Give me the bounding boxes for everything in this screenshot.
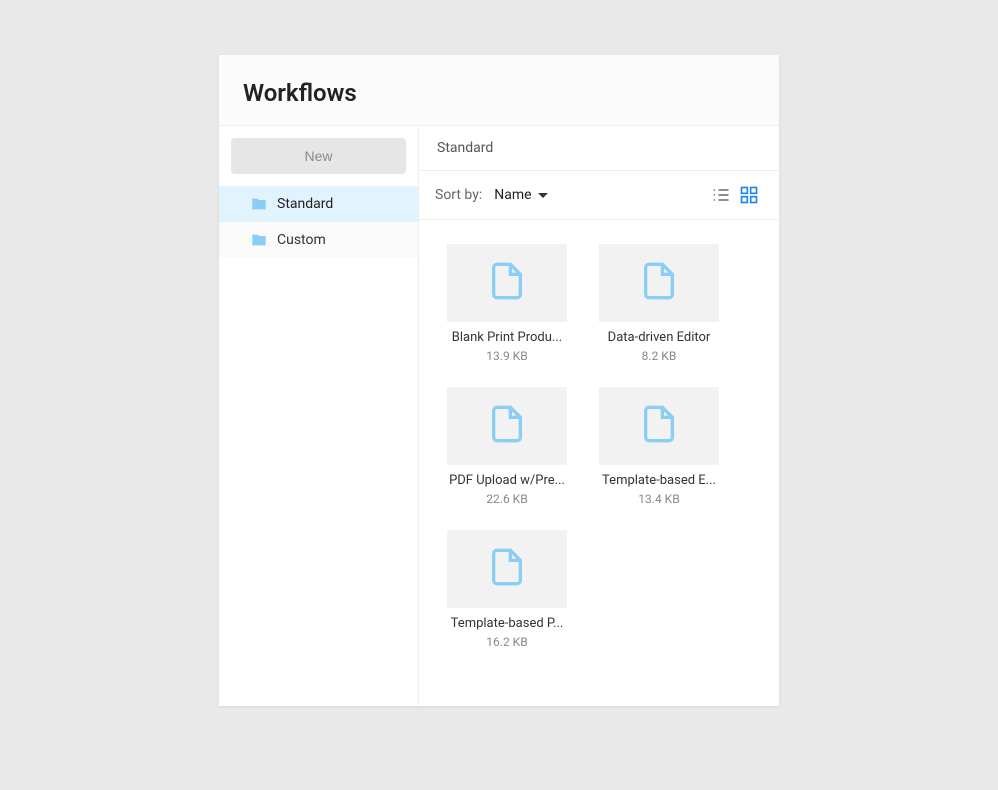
file-name: PDF Upload w/Pre... — [443, 473, 571, 488]
file-item[interactable]: Data-driven Editor 8.2 KB — [595, 244, 723, 363]
file-size: 8.2 KB — [595, 349, 723, 363]
file-item[interactable]: Template-based P... 16.2 KB — [443, 530, 571, 649]
breadcrumb: Standard — [419, 126, 779, 171]
sidebar-folder-label: Standard — [277, 196, 333, 212]
file-name: Template-based E... — [595, 473, 723, 488]
file-name: Data-driven Editor — [595, 330, 723, 345]
sidebar-folder-custom[interactable]: Custom — [219, 222, 418, 258]
file-size: 13.4 KB — [595, 492, 723, 506]
file-size: 22.6 KB — [443, 492, 571, 506]
sidebar-folder-label: Custom — [277, 232, 326, 248]
page-title: Workflows — [219, 55, 779, 125]
content-area: New Standard Custom Standard Sort by: Na… — [219, 125, 779, 706]
file-thumb — [599, 244, 719, 322]
file-size: 13.9 KB — [443, 349, 571, 363]
file-icon — [639, 257, 679, 309]
list-view-button[interactable] — [707, 181, 735, 209]
folder-icon — [251, 196, 267, 212]
file-thumb — [447, 244, 567, 322]
file-icon — [487, 400, 527, 452]
sort-select[interactable]: Name — [488, 183, 553, 207]
sidebar: New Standard Custom — [219, 126, 419, 706]
grid-view-button[interactable] — [735, 181, 763, 209]
main-area: Standard Sort by: Name — [419, 126, 779, 706]
file-name: Template-based P... — [443, 616, 571, 631]
file-item[interactable]: PDF Upload w/Pre... 22.6 KB — [443, 387, 571, 506]
sort-by-label: Sort by: — [435, 187, 482, 203]
sidebar-folder-standard[interactable]: Standard — [219, 186, 418, 222]
file-icon — [639, 400, 679, 452]
file-icon — [487, 257, 527, 309]
file-icon — [487, 543, 527, 595]
file-item[interactable]: Template-based E... 13.4 KB — [595, 387, 723, 506]
file-thumb — [599, 387, 719, 465]
sort-value: Name — [494, 187, 531, 203]
chevron-down-icon — [538, 193, 548, 198]
toolbar: Sort by: Name — [419, 171, 779, 220]
folder-icon — [251, 232, 267, 248]
workflows-panel: Workflows New Standard Custom Standard S… — [219, 55, 779, 706]
file-grid: Blank Print Produ... 13.9 KB Data-driven… — [419, 220, 779, 681]
file-thumb — [447, 387, 567, 465]
file-thumb — [447, 530, 567, 608]
file-name: Blank Print Produ... — [443, 330, 571, 345]
file-size: 16.2 KB — [443, 635, 571, 649]
new-button[interactable]: New — [231, 138, 406, 174]
file-item[interactable]: Blank Print Produ... 13.9 KB — [443, 244, 571, 363]
